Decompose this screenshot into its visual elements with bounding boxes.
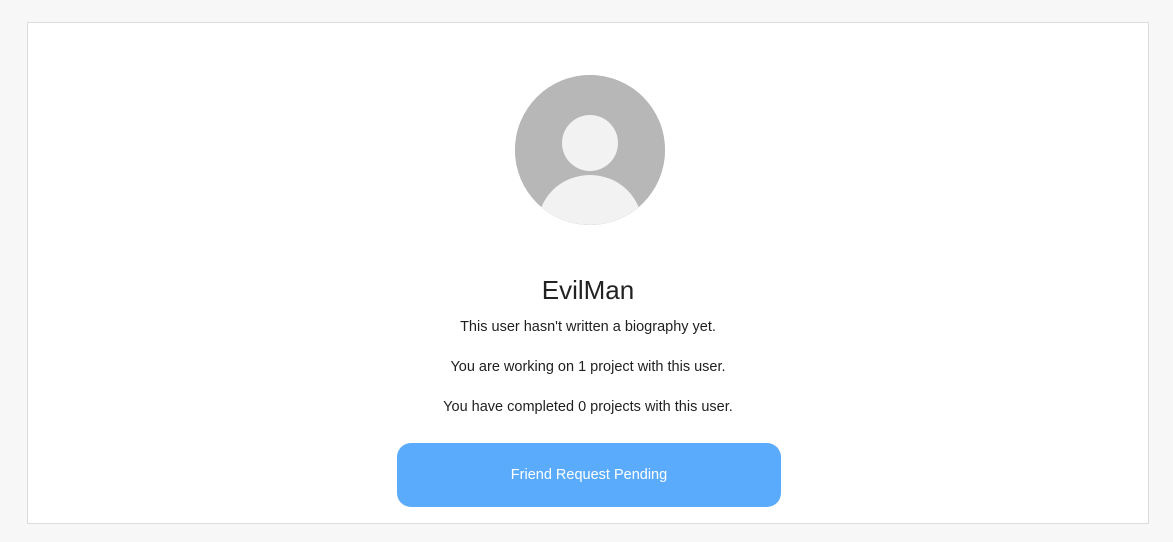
- profile-card: EvilMan This user hasn't written a biogr…: [27, 22, 1149, 524]
- default-user-avatar-icon: [515, 75, 665, 225]
- projects-working-text: You are working on 1 project with this u…: [450, 359, 726, 375]
- projects-completed-text: You have completed 0 projects with this …: [443, 399, 733, 415]
- friend-request-pending-button[interactable]: Friend Request Pending: [397, 443, 781, 507]
- username-heading: EvilMan: [541, 275, 635, 305]
- biography-text: This user hasn't written a biography yet…: [460, 319, 716, 335]
